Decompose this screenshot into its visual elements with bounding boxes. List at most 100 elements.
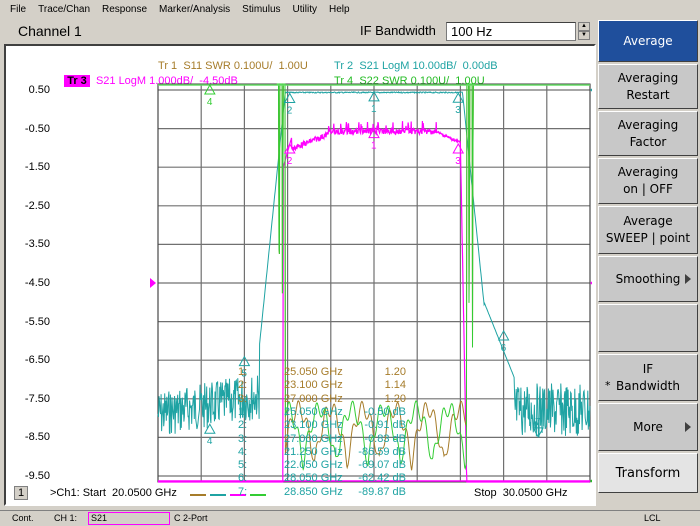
- y-tick-label: -2.50: [24, 199, 50, 212]
- channel-toolbar: Channel 1 IF Bandwidth 100 Hz ▲ ▼: [0, 18, 596, 44]
- marker-row-n: 5:: [238, 459, 248, 472]
- active-ref-arrow-icon: [150, 278, 156, 288]
- marker-tr2-7-label: 7: [535, 417, 541, 428]
- marker-tr3-3: [452, 143, 465, 154]
- marker-row-n: 2:: [238, 379, 248, 392]
- softkey-transform[interactable]: Transform: [598, 453, 698, 493]
- marker-tr3-1-label: 1: [371, 141, 377, 152]
- y-tick-label: -0.50: [24, 122, 50, 135]
- marker-row-freq: 28.050 GHz: [284, 472, 343, 485]
- softkey-blank[interactable]: [598, 304, 698, 352]
- softkey-smoothing[interactable]: Smoothing: [598, 256, 698, 302]
- softkey-averaging-on-off[interactable]: Averaging on | OFF: [598, 158, 698, 204]
- marker-tr2-4-label: 4: [207, 436, 213, 447]
- marker-row-value: -69.07 dB: [358, 459, 406, 472]
- menu-bar: File Trace/Chan Response Marker/Analysis…: [0, 0, 700, 18]
- marker-row-n: 4:: [238, 445, 248, 458]
- softkey-label: Average: [623, 33, 673, 48]
- sweep-mode: Cont.: [12, 513, 34, 523]
- calibration-status: C 2-Port: [174, 513, 208, 523]
- marker-tr2-3: [452, 92, 465, 103]
- marker-row-freq: 27.000 GHz: [284, 432, 343, 445]
- status-bar: Cont. CH 1: S21 C 2-Port LCL: [0, 510, 700, 526]
- softkey-averaging-factor[interactable]: Averaging Factor: [598, 111, 698, 156]
- softkey-label: Averaging: [617, 117, 679, 132]
- softkey-label: Bandwidth: [616, 378, 680, 393]
- marker-row-value: -62.42 dB: [358, 472, 406, 485]
- if-bandwidth-input[interactable]: 100 Hz: [446, 22, 576, 41]
- spin-down-icon[interactable]: ▼: [578, 31, 590, 40]
- stop-frequency[interactable]: Stop 30.0500 GHz: [474, 487, 568, 499]
- marker-tr4-4-label: 4: [207, 97, 213, 108]
- if-bandwidth-spinner[interactable]: ▲ ▼: [578, 22, 590, 41]
- marker-row-value: -0.91 dB: [364, 419, 406, 432]
- status-channel: CH 1:: [54, 513, 78, 523]
- legend-line-tr1: [190, 494, 206, 496]
- softkey-label: Averaging: [617, 165, 679, 179]
- menu-response[interactable]: Response: [102, 4, 147, 15]
- marker-tr2-6-label: 6: [501, 343, 507, 354]
- marker-row-freq: 22.050 GHz: [284, 459, 343, 472]
- marker-row-n: 1:: [238, 366, 248, 378]
- active-measurement-box[interactable]: S21: [88, 512, 170, 525]
- spin-up-icon[interactable]: ▲: [578, 22, 590, 31]
- marker-row-value: -86.59 dB: [358, 445, 406, 458]
- marker-row-value: 1.20: [384, 392, 406, 405]
- menu-help[interactable]: Help: [329, 4, 350, 15]
- marker-row-freq: 28.850 GHz: [284, 485, 343, 498]
- softkey-star-indicator: *: [605, 379, 611, 392]
- softkey-average-sweep-point[interactable]: Average SWEEP | point: [598, 206, 698, 254]
- y-tick-label: -8.50: [24, 431, 50, 444]
- marker-row-freq: 23.100 GHz: [284, 379, 343, 392]
- menu-trace-chan[interactable]: Trace/Chan: [38, 4, 90, 15]
- start-frequency[interactable]: >Ch1: Start 20.0500 GHz: [50, 487, 177, 499]
- menu-stimulus[interactable]: Stimulus: [242, 4, 280, 15]
- softkey-label: IF: [642, 361, 654, 376]
- softkey-label: Averaging: [617, 70, 679, 85]
- menu-utility[interactable]: Utility: [293, 4, 317, 15]
- softkey-label: Factor: [629, 134, 667, 149]
- marker-row-freq: 25.050 GHz: [284, 405, 343, 418]
- marker-row-value: 1.20: [384, 366, 406, 378]
- y-tick-label: 0.50: [28, 84, 50, 96]
- softkey-averaging-restart[interactable]: Averaging Restart: [598, 64, 698, 109]
- trace-id-active: Tr 3: [64, 75, 90, 87]
- marker-tr2-1-label: 1: [371, 104, 377, 115]
- softkey-label: Smoothing: [615, 271, 681, 286]
- softkey-if-bandwidth[interactable]: IF Bandwidth *: [598, 354, 698, 401]
- marker-row-n: 3:: [238, 392, 248, 405]
- marker-tr2-2: [283, 92, 296, 104]
- trace-legend-lines: [190, 494, 270, 496]
- submenu-arrow-icon: [685, 422, 691, 432]
- active-measurement: S21: [91, 513, 108, 523]
- y-tick-label: -4.50: [24, 277, 50, 289]
- marker-row-freq: 21.250 GHz: [284, 445, 343, 458]
- softkey-label: SWEEP | point: [605, 231, 691, 245]
- marker-row-n: 7:: [238, 485, 248, 498]
- marker-row-freq: 27.000 GHz: [284, 392, 343, 405]
- channel-number-badge[interactable]: 1: [14, 486, 28, 500]
- softkey-average[interactable]: Average: [598, 20, 698, 62]
- legend-line-tr4: [250, 494, 266, 496]
- remote-status: LCL: [644, 513, 661, 523]
- marker-row-value: 1.14: [384, 379, 406, 392]
- marker-row-n: 6:: [238, 472, 248, 485]
- softkey-label: Transform: [615, 465, 681, 481]
- marker-tr2-4: [203, 423, 216, 434]
- softkey-label: Average: [623, 214, 673, 228]
- softkey-label: More: [633, 419, 663, 434]
- menu-file[interactable]: File: [10, 4, 26, 15]
- y-tick-label: -1.50: [24, 161, 50, 174]
- legend-line-tr2: [210, 494, 226, 496]
- marker-row-n: 3:: [238, 432, 248, 445]
- marker-tr2-3-label: 3: [455, 105, 461, 116]
- if-bandwidth-label: IF Bandwidth: [360, 23, 436, 38]
- menu-marker-analysis[interactable]: Marker/Analysis: [159, 4, 230, 15]
- marker-row-n: 2:: [238, 419, 248, 432]
- marker-tr2-2-label: 2: [287, 106, 293, 117]
- softkey-more[interactable]: More: [598, 403, 698, 451]
- y-tick-label: -7.50: [24, 392, 50, 405]
- marker-row-freq: 23.100 GHz: [284, 419, 343, 432]
- y-tick-label: -5.50: [24, 315, 50, 328]
- submenu-arrow-icon: [685, 274, 691, 284]
